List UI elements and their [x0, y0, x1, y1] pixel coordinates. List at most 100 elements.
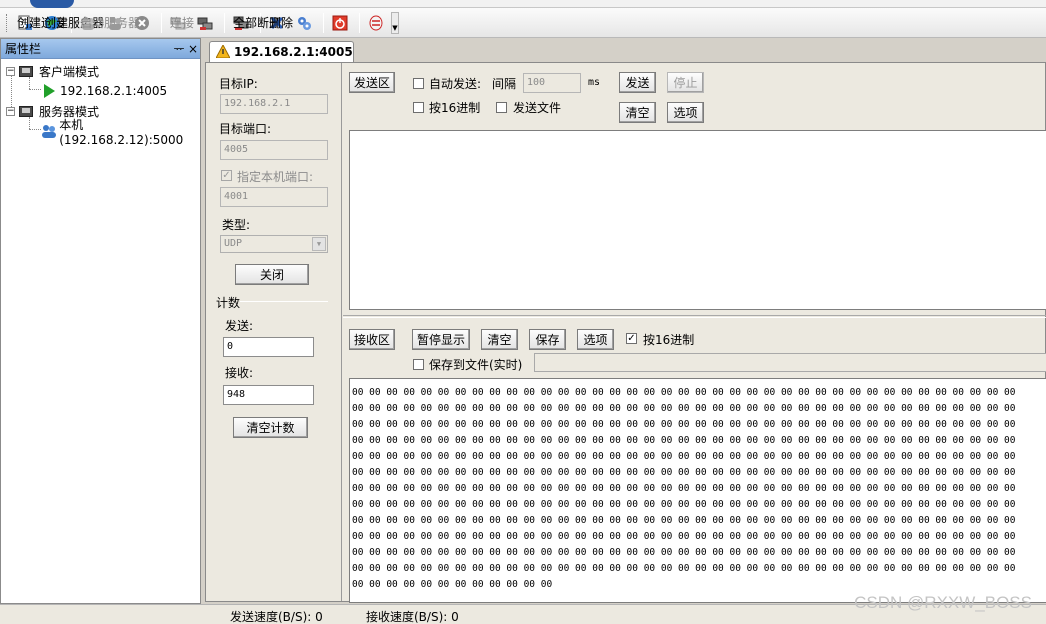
connect-button[interactable]: 连接 [166, 11, 194, 35]
property-panel: 属性栏 ᅲ × − 客户端模式 192.168.2.1:4005 − 服务器模式… [0, 38, 201, 604]
start-server-button[interactable]: 启动服务器 [76, 11, 140, 35]
recv-count-label: 接收: [225, 366, 254, 380]
tab-connection[interactable]: 192.168.2.1:4005 [209, 41, 354, 62]
close-icon[interactable]: × [186, 42, 200, 56]
stop-server-button[interactable] [130, 11, 157, 35]
help-icon [368, 15, 384, 31]
toolbar-separator [224, 12, 225, 33]
local-port-field[interactable]: 4001 [220, 187, 328, 207]
hex-line: 00 00 00 00 00 00 00 00 00 00 00 00 00 0… [352, 531, 1016, 542]
stop-circle-icon [134, 15, 150, 31]
pin-icon[interactable]: ᅲ [172, 40, 186, 57]
area-splitter[interactable] [343, 315, 1046, 318]
play-icon [44, 84, 55, 98]
connection-panel: 目标IP: 192.168.2.1 目标端口: 4005 ✓ 指定本机端口: 4… [205, 62, 1046, 603]
hex-line: 00 00 00 00 00 00 00 00 00 00 00 00 00 0… [352, 435, 1016, 446]
power-icon [332, 15, 348, 31]
hex-line: 00 00 00 00 00 00 00 00 00 00 00 00 00 0… [352, 419, 1016, 430]
main-toolbar: 创建连接 创建服务器 启动服务器 连接 全部断开 删除 ▼ [0, 8, 1046, 38]
computer-icon [19, 105, 33, 117]
hex-line: 00 00 00 00 00 00 00 00 00 00 00 00 00 0… [352, 403, 1016, 414]
toolbar-grip[interactable] [6, 13, 9, 32]
clear-count-button[interactable]: 清空计数 [233, 417, 308, 438]
send-count-field[interactable]: 0 [223, 337, 314, 357]
send-hex-checkbox[interactable] [413, 102, 424, 113]
watermark: CSDN @RXXW_BOSS [854, 593, 1032, 612]
interval-field[interactable]: 100 [523, 73, 581, 93]
tree-node-client-connection[interactable]: 192.168.2.1:4005 [1, 81, 200, 101]
recv-textarea[interactable]: 00 00 00 00 00 00 00 00 00 00 00 00 00 0… [349, 378, 1046, 603]
send-options-button[interactable]: 选项 [667, 102, 704, 123]
count-group-divider [240, 301, 328, 302]
local-server-label: 本机(192.168.2.12):5000 [59, 117, 184, 147]
hex-line: 00 00 00 00 00 00 00 00 00 00 00 00 00 0… [352, 451, 1016, 462]
chevron-down-icon: ▼ [312, 237, 326, 251]
toolbar-separator [161, 12, 162, 33]
connection-tree: − 客户端模式 192.168.2.1:4005 − 服务器模式 本机(192.… [1, 59, 200, 147]
interval-unit-label: ms [588, 77, 601, 88]
settings-button[interactable] [292, 11, 319, 35]
pause-display-button[interactable]: 暂停显示 [412, 329, 470, 350]
collapse-icon[interactable]: − [6, 106, 15, 116]
recv-count-field[interactable]: 948 [223, 385, 314, 405]
property-panel-title: 属性栏 [5, 42, 42, 56]
client-mode-label: 客户端模式 [39, 64, 100, 79]
send-file-checkbox[interactable] [496, 102, 507, 113]
hex-line: 00 00 00 00 00 00 00 00 00 00 00 00 00 0… [352, 515, 1016, 526]
app-logo [30, 0, 74, 8]
send-area-button[interactable]: 发送区 [349, 72, 395, 93]
save-file-path-field[interactable] [534, 353, 1046, 372]
document-tabstrip: 192.168.2.1:4005 [205, 38, 1046, 62]
people-icon [107, 15, 123, 31]
toolbar-separator [359, 12, 360, 33]
recv-area-button[interactable]: 接收区 [349, 329, 395, 350]
gear-icon [296, 15, 312, 31]
toolbar-overflow-button[interactable]: ▼ [391, 11, 399, 34]
create-server-button[interactable]: 创建服务器 [40, 11, 104, 35]
send-textarea[interactable] [349, 130, 1046, 310]
target-ip-field[interactable]: 192.168.2.1 [220, 94, 328, 114]
help-button[interactable] [364, 11, 391, 35]
recv-save-button[interactable]: 保存 [529, 329, 566, 350]
disconnect-icon [197, 15, 213, 31]
tab-label: 192.168.2.1:4005 [234, 45, 353, 59]
computer-icon [19, 65, 33, 77]
disconnect-all-button[interactable]: 全部断开 [229, 11, 281, 35]
auto-send-checkbox[interactable] [413, 78, 424, 89]
count-group-label: 计数 [216, 296, 241, 310]
hex-line: 00 00 00 00 00 00 00 00 00 00 00 00 00 0… [352, 467, 1016, 478]
send-clear-button[interactable]: 清空 [619, 102, 656, 123]
client-connection-label: 192.168.2.1:4005 [60, 84, 168, 98]
delete-button[interactable]: 删除 [265, 11, 294, 35]
save-to-file-checkbox[interactable] [413, 359, 424, 370]
hex-line: 00 00 00 00 00 00 00 00 00 00 00 00 00 0… [352, 483, 1016, 494]
auto-send-label: 自动发送: [429, 77, 482, 91]
send-hex-label: 按16进制 [429, 101, 481, 115]
send-file-label: 发送文件 [513, 101, 562, 115]
collapse-icon[interactable]: − [6, 66, 15, 76]
recv-hex-checkbox[interactable]: ✓ [626, 333, 637, 344]
recv-clear-button[interactable]: 清空 [481, 329, 518, 350]
local-port-checkbox[interactable]: ✓ [221, 170, 232, 181]
send-speed-status: 发送速度(B/S): 0 [230, 610, 323, 624]
target-port-field[interactable]: 4005 [220, 140, 328, 160]
recv-options-button[interactable]: 选项 [577, 329, 614, 350]
send-button[interactable]: 发送 [619, 72, 656, 93]
hex-line: 00 00 00 00 00 00 00 00 00 00 00 00 00 0… [352, 547, 1016, 558]
target-port-label: 目标端口: [219, 122, 272, 136]
property-panel-header: 属性栏 ᅲ × [1, 39, 200, 59]
send-count-label: 发送: [225, 319, 254, 333]
title-strip [0, 0, 1046, 8]
tree-node-client-mode[interactable]: − 客户端模式 [1, 61, 200, 81]
hex-line: 00 00 00 00 00 00 00 00 00 00 00 00 00 0… [352, 387, 1016, 398]
tree-node-local-server[interactable]: 本机(192.168.2.12):5000 [1, 118, 200, 147]
stop-button[interactable]: 停止 [667, 72, 704, 93]
hex-line: 00 00 00 00 00 00 00 00 00 00 00 00 00 0… [352, 499, 1016, 510]
close-connection-button[interactable]: 关闭 [235, 264, 309, 285]
disconnect-button[interactable] [193, 11, 220, 35]
protocol-select[interactable]: UDP ▼ [220, 235, 328, 253]
local-port-label: 指定本机端口: [237, 170, 314, 184]
power-button[interactable] [328, 11, 355, 35]
create-connection-button[interactable]: 创建连接 [13, 11, 65, 35]
delete-label: 删除 [269, 16, 294, 30]
